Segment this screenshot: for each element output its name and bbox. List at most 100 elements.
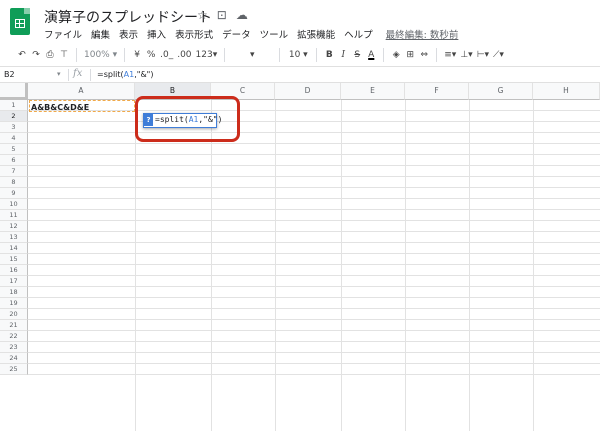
menu-help[interactable]: ヘルプ bbox=[344, 27, 373, 41]
column-header-e[interactable]: E bbox=[341, 83, 405, 100]
horizontal-align-icon[interactable]: ≡▾ bbox=[442, 46, 458, 64]
title-icons: ☆ ⊡ ☁ bbox=[197, 8, 248, 22]
name-box-dropdown-icon[interactable]: ▾ bbox=[57, 70, 61, 78]
row-header-11[interactable]: 11 bbox=[0, 210, 28, 221]
row-header-16[interactable]: 16 bbox=[0, 265, 28, 276]
redo-icon[interactable]: ↷ bbox=[29, 46, 43, 64]
increase-decimal-button[interactable]: .00 bbox=[175, 46, 193, 64]
column-gridline bbox=[341, 100, 342, 431]
toolbar-divider bbox=[383, 48, 385, 62]
sheets-logo-icon[interactable] bbox=[10, 8, 30, 35]
row-header-6[interactable]: 6 bbox=[0, 155, 28, 166]
select-all-corner[interactable] bbox=[0, 83, 28, 100]
row-header-17[interactable]: 17 bbox=[0, 276, 28, 287]
text-wrap-icon[interactable]: ⊢▾ bbox=[475, 46, 491, 64]
column-header-f[interactable]: F bbox=[405, 83, 469, 100]
row-header-18[interactable]: 18 bbox=[0, 287, 28, 298]
percent-format-button[interactable]: % bbox=[144, 46, 158, 64]
merge-cells-icon[interactable]: ⇔ bbox=[417, 46, 431, 64]
formula-reference: A1 bbox=[123, 70, 135, 79]
cell-editor-text: =split(A1,"&") bbox=[155, 114, 222, 126]
column-header-d[interactable]: D bbox=[275, 83, 341, 100]
column-header-h[interactable]: H bbox=[533, 83, 600, 100]
menu-tools[interactable]: ツール bbox=[260, 27, 289, 41]
row-header-10[interactable]: 10 bbox=[0, 199, 28, 210]
formula-bar: B2 ▾ fx =split(A1,"&") bbox=[0, 66, 600, 83]
name-box[interactable]: B2 bbox=[4, 70, 15, 79]
row-header-24[interactable]: 24 bbox=[0, 353, 28, 364]
currency-format-button[interactable]: ¥ bbox=[130, 46, 144, 64]
row-header-7[interactable]: 7 bbox=[0, 166, 28, 177]
row-header-19[interactable]: 19 bbox=[0, 298, 28, 309]
vertical-align-icon[interactable]: ⊥▾ bbox=[458, 46, 474, 64]
menu-insert[interactable]: 挿入 bbox=[147, 27, 166, 41]
formula-bar-divider bbox=[68, 69, 69, 81]
row-header-23[interactable]: 23 bbox=[0, 342, 28, 353]
row-header-14[interactable]: 14 bbox=[0, 243, 28, 254]
row-gridline bbox=[28, 363, 600, 364]
strikethrough-button[interactable]: S bbox=[350, 46, 364, 64]
text-rotation-icon[interactable]: ⟋▾ bbox=[491, 46, 506, 64]
header: 演算子のスプレッドシート ☆ ⊡ ☁ ファイル 編集 表示 挿入 表示形式 デー… bbox=[0, 0, 600, 44]
formula-input[interactable]: =split(A1,"&") bbox=[97, 70, 153, 79]
more-formats-button[interactable]: 123 ▾ bbox=[194, 46, 220, 64]
font-size-select[interactable]: 10 ▾ bbox=[285, 46, 311, 64]
menu-view[interactable]: 表示 bbox=[119, 27, 138, 41]
borders-icon[interactable]: ⊞ bbox=[403, 46, 417, 64]
row-header-12[interactable]: 12 bbox=[0, 221, 28, 232]
print-icon[interactable]: ⎙ bbox=[43, 46, 57, 64]
row-header-5[interactable]: 5 bbox=[0, 144, 28, 155]
row-gridline bbox=[28, 341, 600, 342]
row-header-4[interactable]: 4 bbox=[0, 133, 28, 144]
row-gridline bbox=[28, 132, 600, 133]
row-gridline bbox=[28, 264, 600, 265]
decrease-decimal-button[interactable]: .0_ bbox=[158, 46, 175, 64]
row-header-25[interactable]: 25 bbox=[0, 364, 28, 375]
menu-extensions[interactable]: 拡張機能 bbox=[297, 27, 335, 41]
menu-edit[interactable]: 編集 bbox=[91, 27, 110, 41]
row-gridline bbox=[28, 275, 600, 276]
zoom-select[interactable]: 100% ▾ bbox=[82, 46, 119, 64]
row-header-20[interactable]: 20 bbox=[0, 309, 28, 320]
row-header-3[interactable]: 3 bbox=[0, 122, 28, 133]
cell-a1[interactable]: A&B&C&D&E bbox=[31, 103, 89, 112]
column-header-g[interactable]: G bbox=[469, 83, 533, 100]
row-header-1[interactable]: 1 bbox=[0, 100, 28, 111]
menu-data[interactable]: データ bbox=[222, 27, 251, 41]
move-to-folder-icon[interactable]: ⊡ bbox=[217, 8, 227, 22]
column-gridline bbox=[533, 100, 534, 431]
toolbar-divider bbox=[124, 48, 126, 62]
column-gridline bbox=[211, 100, 212, 431]
text-color-button[interactable]: A bbox=[364, 46, 378, 64]
formula-help-icon[interactable]: ? bbox=[144, 114, 153, 126]
toolbar-divider bbox=[76, 48, 77, 62]
row-header-13[interactable]: 13 bbox=[0, 232, 28, 243]
row-header-22[interactable]: 22 bbox=[0, 331, 28, 342]
row-gridline bbox=[28, 187, 600, 188]
row-header-21[interactable]: 21 bbox=[0, 320, 28, 331]
row-gridline bbox=[28, 286, 600, 287]
row-header-15[interactable]: 15 bbox=[0, 254, 28, 265]
paint-format-icon[interactable]: ⊤ bbox=[57, 46, 71, 64]
undo-icon[interactable]: ↶ bbox=[15, 46, 29, 64]
font-family-select[interactable]: ▾ bbox=[230, 46, 274, 64]
bold-button[interactable]: B bbox=[322, 46, 336, 64]
row-header-9[interactable]: 9 bbox=[0, 188, 28, 199]
menu-format[interactable]: 表示形式 bbox=[175, 27, 213, 41]
star-icon[interactable]: ☆ bbox=[197, 8, 208, 22]
row-gridline bbox=[28, 198, 600, 199]
cell-editor-b2[interactable]: ? =split(A1,"&") bbox=[143, 113, 222, 128]
cloud-status-icon[interactable]: ☁ bbox=[236, 8, 248, 22]
fill-color-icon[interactable]: ◈ bbox=[389, 46, 403, 64]
sheet-grid[interactable]: A B C D E F G H 1 2 3 4 5 6 7 8 9 10 11 12 13 14 15 16 1… bbox=[0, 83, 600, 431]
row-header-8[interactable]: 8 bbox=[0, 177, 28, 188]
column-header-a[interactable]: A bbox=[28, 83, 135, 100]
row-gridline bbox=[28, 352, 600, 353]
row-header-2[interactable]: 2 bbox=[0, 111, 28, 122]
menu-file[interactable]: ファイル bbox=[44, 27, 82, 41]
last-edit-link[interactable]: 最終編集: 数秒前 bbox=[386, 27, 459, 41]
italic-button[interactable]: I bbox=[336, 46, 350, 64]
formula-bar-divider bbox=[90, 69, 91, 81]
document-title[interactable]: 演算子のスプレッドシート bbox=[44, 7, 212, 27]
toolbar-divider bbox=[316, 48, 318, 62]
